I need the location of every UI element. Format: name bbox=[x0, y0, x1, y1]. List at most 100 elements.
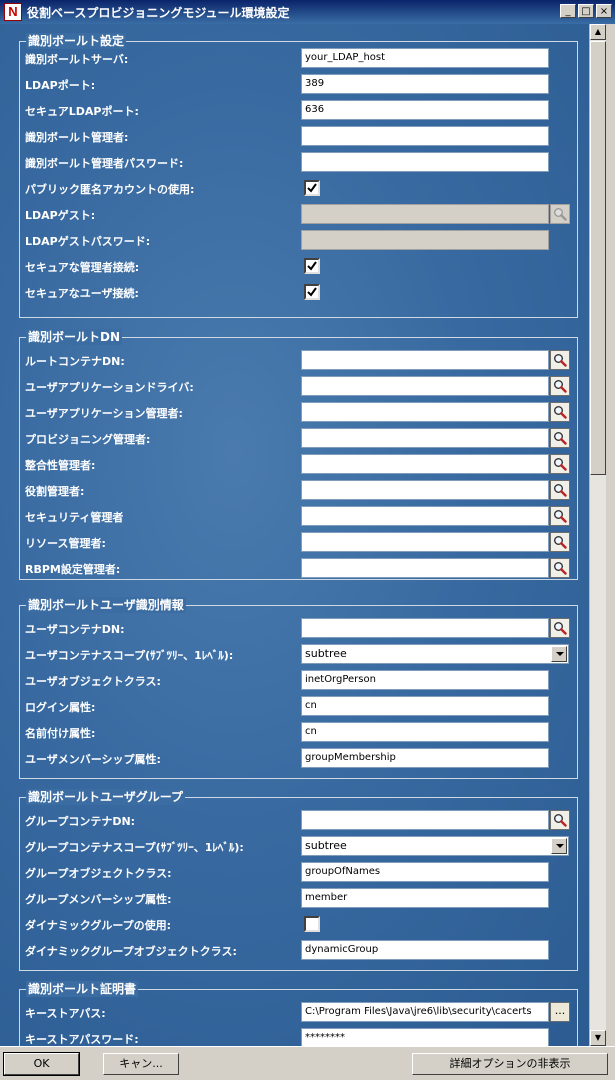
role-admin-field[interactable] bbox=[301, 480, 549, 500]
row-ldap-port: LDAPポート: 389 bbox=[20, 72, 577, 98]
public-anonymous-checkbox[interactable] bbox=[304, 180, 320, 196]
group-container-scope-selected-value: subtree bbox=[305, 839, 347, 852]
user-app-admin-browse-button[interactable] bbox=[550, 402, 570, 422]
close-button[interactable]: × bbox=[596, 4, 612, 18]
user-app-driver-label: ユーザアプリケーションドライバ: bbox=[25, 381, 194, 394]
security-admin-browse-button[interactable] bbox=[550, 506, 570, 526]
rbpm-config-admin-browse-button[interactable] bbox=[550, 558, 570, 578]
group-container-dn-field[interactable] bbox=[301, 810, 549, 830]
role-admin-label: 役割管理者: bbox=[25, 485, 85, 498]
role-admin-browse-button[interactable] bbox=[550, 480, 570, 500]
dynamic-group-object-class-field[interactable]: dynamicGroup bbox=[301, 940, 549, 960]
user-membership-attribute-field[interactable]: groupMembership bbox=[301, 748, 549, 768]
user-container-scope-selected-value: subtree bbox=[305, 647, 347, 660]
ok-button[interactable]: OK bbox=[3, 1052, 80, 1076]
ldap-guest-password-field bbox=[301, 230, 549, 250]
vault-admin-label: 識別ボールト管理者: bbox=[25, 131, 129, 144]
group-container-dn-browse-button[interactable] bbox=[550, 810, 570, 830]
row-resource-admin: リソース管理者: bbox=[20, 530, 577, 556]
group-container-scope-label: グループコンテナスコープ(ｻﾌﾞﾂﾘｰ、1ﾚﾍﾞﾙ): bbox=[25, 841, 244, 854]
novell-logo-icon: N bbox=[4, 3, 22, 21]
maximize-button[interactable]: □ bbox=[578, 4, 594, 18]
keystore-path-browse-button[interactable]: ... bbox=[550, 1002, 570, 1022]
ldap-guest-label: LDAPゲスト: bbox=[25, 209, 96, 222]
row-group-object-class: グループオブジェクトクラス: groupOfNames bbox=[20, 860, 577, 886]
user-membership-attribute-label: ユーザメンバーシップ属性: bbox=[25, 753, 161, 766]
secure-admin-connection-label: セキュアな管理者接続: bbox=[25, 261, 140, 274]
secure-ldap-port-label: セキュアLDAPポート: bbox=[25, 105, 139, 118]
cancel-button[interactable]: キャン... bbox=[103, 1053, 179, 1075]
provisioning-admin-browse-button[interactable] bbox=[550, 428, 570, 448]
use-dynamic-groups-checkbox[interactable] bbox=[304, 916, 320, 932]
login-attribute-label: ログイン属性: bbox=[25, 701, 96, 714]
row-ldap-guest: LDAPゲスト: bbox=[20, 202, 577, 228]
ldap-guest-field bbox=[301, 204, 549, 224]
naming-attribute-label: 名前付け属性: bbox=[25, 727, 96, 740]
security-admin-field[interactable] bbox=[301, 506, 549, 526]
minimize-button[interactable]: _ bbox=[560, 4, 576, 18]
vault-admin-password-field[interactable] bbox=[301, 152, 549, 172]
vault-admin-field[interactable] bbox=[301, 126, 549, 146]
user-container-dn-label: ユーザコンテナDN: bbox=[25, 623, 125, 636]
row-naming-attribute: 名前付け属性: cn bbox=[20, 720, 577, 746]
root-container-dn-browse-button[interactable] bbox=[550, 350, 570, 370]
public-anonymous-label: パブリック匿名アカウントの使用: bbox=[25, 183, 195, 196]
settings-panel: 識別ボールト設定 識別ボールトサーバ: your_LDAP_host LDAPポート:… bbox=[0, 24, 615, 1046]
user-app-admin-field[interactable] bbox=[301, 402, 549, 422]
compliance-admin-browse-button[interactable] bbox=[550, 454, 570, 474]
compliance-admin-field[interactable] bbox=[301, 454, 549, 474]
secure-admin-connection-checkbox[interactable] bbox=[304, 258, 320, 274]
vault-admin-password-label: 識別ボールト管理者パスワード: bbox=[25, 157, 184, 170]
secure-ldap-port-field[interactable]: 636 bbox=[301, 100, 549, 120]
button-bar: OK キャン... 詳細オプションの非表示 bbox=[0, 1046, 615, 1080]
group-container-scope-dropdown[interactable]: subtree bbox=[301, 836, 569, 856]
ldap-port-field[interactable]: 389 bbox=[301, 74, 549, 94]
hide-advanced-options-button[interactable]: 詳細オプションの非表示 bbox=[412, 1053, 608, 1075]
user-container-dn-field[interactable] bbox=[301, 618, 549, 638]
resource-admin-browse-button[interactable] bbox=[550, 532, 570, 552]
row-role-admin: 役割管理者: bbox=[20, 478, 577, 504]
group-membership-attribute-label: グループメンバーシップ属性: bbox=[25, 893, 172, 906]
naming-attribute-field[interactable]: cn bbox=[301, 722, 549, 742]
ldap-guest-password-label: LDAPゲストパスワード: bbox=[25, 235, 151, 248]
keystore-path-field[interactable]: C:\Program Files\Java\jre6\lib\security\… bbox=[301, 1002, 549, 1022]
row-secure-user-connection: セキュアなユーザ接続: bbox=[20, 280, 577, 306]
resource-admin-field[interactable] bbox=[301, 532, 549, 552]
provisioning-admin-field[interactable] bbox=[301, 428, 549, 448]
row-use-dynamic-groups: ダイナミックグループの使用: bbox=[20, 912, 577, 938]
keystore-password-field[interactable]: ******** bbox=[301, 1028, 549, 1046]
group-container-dn-label: グループコンテナDN: bbox=[25, 815, 136, 828]
rbpm-config-admin-field[interactable] bbox=[301, 558, 549, 578]
keystore-password-label: キーストアパスワード: bbox=[25, 1033, 139, 1046]
user-object-class-field[interactable]: inetOrgPerson bbox=[301, 670, 549, 690]
chevron-down-icon[interactable] bbox=[551, 646, 567, 662]
user-container-dn-browse-button[interactable] bbox=[550, 618, 570, 638]
scroll-up-button[interactable]: ▲ bbox=[590, 24, 606, 40]
section-user-identity: 識別ボールトユーザ識別情報 ユーザコンテナDN: ユーザコンテナスコープ(ｻﾌﾞﾂﾘ… bbox=[19, 597, 578, 779]
vault-server-field[interactable]: your_LDAP_host bbox=[301, 48, 549, 68]
row-vault-server: 識別ボールトサーバ: your_LDAP_host bbox=[20, 46, 577, 72]
title-bar: N 役割ベースプロビジョニングモジュール環境設定 _ □ × bbox=[0, 0, 615, 24]
login-attribute-field[interactable]: cn bbox=[301, 696, 549, 716]
root-container-dn-label: ルートコンテナDN: bbox=[25, 355, 125, 368]
security-admin-label: セキュリティ管理者 bbox=[25, 511, 124, 524]
row-user-container-scope: ユーザコンテナスコープ(ｻﾌﾞﾂﾘｰ、1ﾚﾍﾞﾙ): subtree bbox=[20, 642, 577, 668]
row-vault-admin-password: 識別ボールト管理者パスワード: bbox=[20, 150, 577, 176]
compliance-admin-label: 整合性管理者: bbox=[25, 459, 96, 472]
user-app-driver-browse-button[interactable] bbox=[550, 376, 570, 396]
group-object-class-field[interactable]: groupOfNames bbox=[301, 862, 549, 882]
row-keystore-path: キーストアパス: C:\Program Files\Java\jre6\lib\s… bbox=[20, 1000, 577, 1026]
row-group-container-scope: グループコンテナスコープ(ｻﾌﾞﾂﾘｰ、1ﾚﾍﾞﾙ): subtree bbox=[20, 834, 577, 860]
user-app-driver-field[interactable] bbox=[301, 376, 549, 396]
scroll-down-button[interactable]: ▼ bbox=[590, 1030, 606, 1046]
scrollbar-thumb[interactable] bbox=[590, 41, 606, 475]
root-container-dn-field[interactable] bbox=[301, 350, 549, 370]
vertical-scrollbar[interactable]: ▲ ▼ bbox=[589, 24, 606, 1046]
user-container-scope-dropdown[interactable]: subtree bbox=[301, 644, 569, 664]
chevron-down-icon[interactable] bbox=[551, 838, 567, 854]
row-secure-ldap-port: セキュアLDAPポート: 636 bbox=[20, 98, 577, 124]
section-title: 識別ボールトユーザグループ bbox=[26, 789, 186, 805]
secure-user-connection-checkbox[interactable] bbox=[304, 284, 320, 300]
group-membership-attribute-field[interactable]: member bbox=[301, 888, 549, 908]
row-user-container-dn: ユーザコンテナDN: bbox=[20, 616, 577, 642]
